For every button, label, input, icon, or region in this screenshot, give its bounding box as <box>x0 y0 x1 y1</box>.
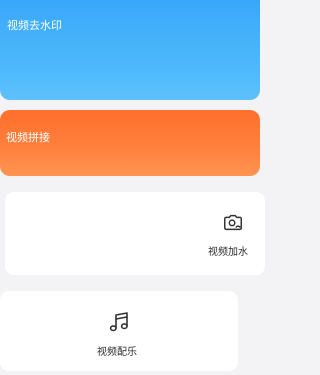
video-splice-card[interactable]: 视频拼接 <box>0 110 260 176</box>
add-watermark-label: 视频加水 <box>208 247 248 258</box>
video-music-card[interactable]: 视频配乐 <box>0 291 238 371</box>
watermark-removal-label: 视频去水印 <box>7 19 62 32</box>
music-note-icon <box>109 312 128 332</box>
video-splice-label: 视频拼接 <box>6 131 50 144</box>
add-watermark-card[interactable]: 视频加水 <box>5 192 265 275</box>
camera-watermark-icon <box>224 214 242 231</box>
video-music-label: 视频配乐 <box>97 347 137 358</box>
watermark-removal-card[interactable]: 视频去水印 <box>0 0 260 100</box>
